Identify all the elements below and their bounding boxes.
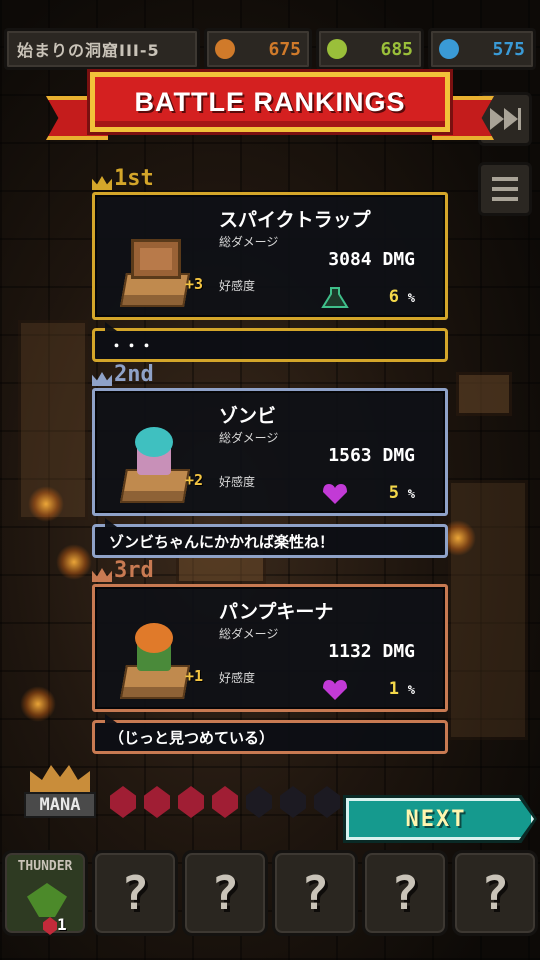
monster-name: パンプキーナ (219, 601, 334, 623)
affinity-label: 好感度 (219, 671, 256, 685)
rank-label: 2nd (114, 362, 154, 387)
mana-gem-icon (43, 917, 57, 935)
question-mark-icon: ? (391, 866, 419, 920)
affinity-unit: % (407, 683, 415, 697)
mana-gem-empty-icon (246, 786, 272, 818)
rank-card[interactable]: +1 パンプキーナ 総ダメージ 1132 DMG 好感度 1 % (92, 584, 448, 712)
thunder-skill-button[interactable]: THUNDER 1 (2, 850, 88, 936)
crown-icon (92, 568, 112, 582)
affinity-unit: % (407, 291, 415, 305)
question-mark-icon: ? (481, 866, 509, 920)
next-button[interactable]: NEXT (346, 798, 534, 840)
status-bar: 始まりの洞窟III-5 675 685 575 (4, 28, 536, 72)
spike-trap-portrait: +3 (117, 231, 203, 311)
rank-label: 1st (114, 166, 154, 191)
skill-label: THUNDER (17, 859, 73, 874)
affinity-label: 好感度 (219, 279, 256, 293)
damage-label: 総ダメージ (219, 431, 279, 445)
affinity-label: 好感度 (219, 475, 256, 489)
next-label: NEXT (405, 806, 467, 832)
damage-label: 総ダメージ (219, 627, 279, 641)
mana-gem-filled-icon (178, 786, 204, 818)
crown-icon (92, 372, 112, 386)
mana-gem-empty-icon (314, 786, 340, 818)
mana-gems (110, 786, 340, 818)
affinity-value: 6 (388, 287, 399, 307)
pumpkina-portrait: +1 (117, 623, 203, 703)
question-mark-icon: ? (211, 866, 239, 920)
monster-name: ゾンビ (219, 405, 277, 427)
green-flask-icon (321, 287, 349, 308)
rank-card[interactable]: +3 スパイクトラップ 総ダメージ 3084 DMG 好感度 6 % (92, 192, 448, 320)
resource-value: 575 (492, 38, 525, 60)
damage-value: 3084 DMG (328, 249, 415, 270)
rank-entry-3: 3rd +1 パンプキーナ 総ダメージ 1132 DMG 好感度 1 % （じっ… (92, 560, 448, 754)
mana-indicator: MANA (24, 762, 96, 822)
rank-label: 3rd (114, 558, 154, 583)
crown-icon (92, 176, 112, 190)
level-bonus: +2 (185, 471, 204, 489)
purple-heart-icon (323, 680, 347, 700)
locked-skill-slot[interactable]: ? (362, 850, 448, 936)
monster-name: スパイクトラップ (219, 209, 371, 231)
mana-gem-filled-icon (212, 786, 238, 818)
resource-green: 685 (316, 28, 424, 70)
leaf-icon (27, 883, 67, 917)
speech-bubble: （じっと見つめている） (92, 720, 448, 754)
skill-cost: 1 (57, 915, 67, 934)
orange-coin-icon (215, 39, 235, 59)
resource-blue: 575 (428, 28, 536, 70)
rank-entry-1: 1st +3 スパイクトラップ 総ダメージ 3084 DMG 好感度 6 % ・… (92, 168, 448, 362)
zombie-portrait: +2 (117, 427, 203, 507)
damage-value: 1132 DMG (328, 641, 415, 662)
banner-title: BATTLE RANKINGS (134, 86, 406, 117)
speech-bubble: ・・・ (92, 328, 448, 362)
mana-gem-empty-icon (280, 786, 306, 818)
green-bag-icon (327, 39, 347, 59)
stage-name: 始まりの洞窟III-5 (4, 28, 200, 70)
menu-button[interactable] (478, 162, 532, 216)
locked-skill-slot[interactable]: ? (182, 850, 268, 936)
affinity-unit: % (407, 487, 415, 501)
purple-heart-icon (323, 484, 347, 504)
affinity-value: 5 (388, 483, 399, 503)
mana-gem-filled-icon (110, 786, 136, 818)
speech-bubble: ゾンビちゃんにかかれば楽性ね！ (92, 524, 448, 558)
resource-value: 675 (268, 38, 301, 60)
crown-icon (30, 765, 90, 792)
locked-skill-slot[interactable]: ? (92, 850, 178, 936)
skill-bar: THUNDER 1 ? ? ? ? ? (0, 846, 540, 942)
question-mark-icon: ? (121, 866, 149, 920)
rank-entry-2: 2nd +2 ゾンビ 総ダメージ 1563 DMG 好感度 5 % ゾンビちゃん… (92, 364, 448, 558)
rankings-banner: BATTLE RANKINGS (46, 72, 494, 148)
rank-card[interactable]: +2 ゾンビ 総ダメージ 1563 DMG 好感度 5 % (92, 388, 448, 516)
menu-icon (492, 177, 518, 181)
locked-skill-slot[interactable]: ? (272, 850, 358, 936)
locked-skill-slot[interactable]: ? (452, 850, 538, 936)
mana-gem-filled-icon (144, 786, 170, 818)
blue-heart-icon (439, 39, 459, 59)
resource-orange: 675 (204, 28, 312, 70)
damage-value: 1563 DMG (328, 445, 415, 466)
damage-label: 総ダメージ (219, 235, 279, 249)
question-mark-icon: ? (301, 866, 329, 920)
level-bonus: +1 (185, 667, 204, 685)
resource-value: 685 (380, 38, 413, 60)
level-bonus: +3 (185, 275, 204, 293)
affinity-value: 1 (388, 679, 399, 699)
mana-label: MANA (24, 792, 96, 818)
